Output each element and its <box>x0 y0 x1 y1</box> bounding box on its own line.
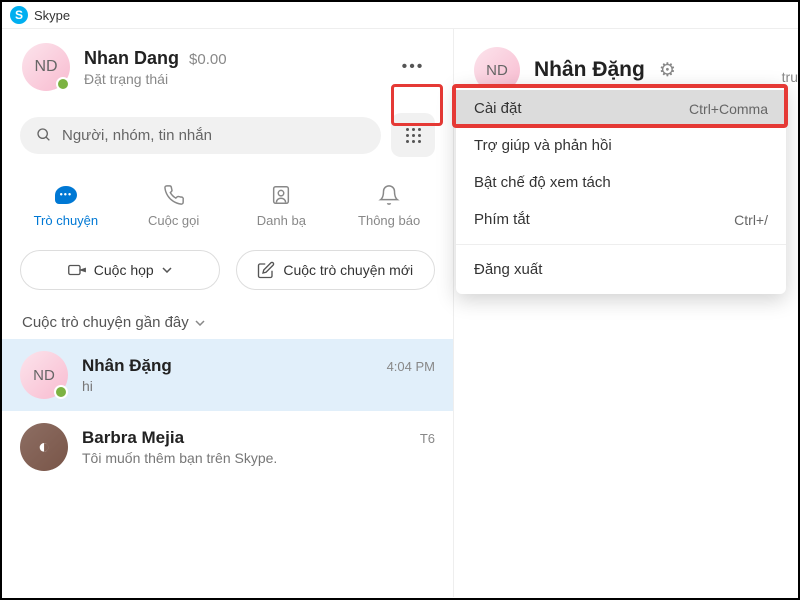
truncated-text: tru <box>782 69 798 85</box>
set-status-link[interactable]: Đặt trạng thái <box>84 71 393 87</box>
menu-item-split-view[interactable]: Bật chế độ xem tách <box>456 164 786 201</box>
conversation-name: Nhân Đặng <box>82 356 172 376</box>
gear-icon[interactable]: ⚙ <box>659 59 676 82</box>
titlebar: S Skype <box>2 2 798 29</box>
conversation-preview: Tôi muốn thêm bạn trên Skype. <box>82 450 435 466</box>
sidebar: ND Nhan Dang $0.00 Đặt trạng thái Người,… <box>2 29 454 597</box>
menu-item-settings[interactable]: Cài đặt Ctrl+Comma <box>456 90 786 127</box>
phone-icon <box>163 184 185 206</box>
app-name: Skype <box>34 8 70 23</box>
more-dropdown-menu: Cài đặt Ctrl+Comma Trợ giúp và phản hồi … <box>456 84 786 294</box>
skype-logo-icon: S <box>10 6 28 24</box>
profile-name: Nhan Dang <box>84 48 179 69</box>
more-menu-button[interactable] <box>393 50 433 84</box>
more-icon <box>402 58 425 76</box>
shortcut-label: Ctrl+/ <box>734 212 768 228</box>
video-icon <box>68 263 86 277</box>
profile-section: ND Nhan Dang $0.00 Đặt trạng thái <box>2 29 453 101</box>
contacts-icon <box>270 184 292 206</box>
meet-now-button[interactable]: Cuộc họp <box>20 250 220 290</box>
search-icon <box>36 127 52 143</box>
menu-item-signout[interactable]: Đăng xuất <box>456 251 786 288</box>
tab-contacts[interactable]: Danh bạ <box>228 183 336 228</box>
avatar: ◐ <box>20 423 68 471</box>
menu-item-help[interactable]: Trợ giúp và phản hồi <box>456 127 786 164</box>
menu-separator <box>456 244 786 245</box>
dialpad-button[interactable] <box>391 113 435 157</box>
menu-item-shortcuts[interactable]: Phím tắt Ctrl+/ <box>456 201 786 238</box>
tab-chats[interactable]: ••• Trò chuyện <box>12 183 120 228</box>
conversation-time: 4:04 PM <box>387 359 435 374</box>
conversation-item[interactable]: ◐ Barbra Mejia T6 Tôi muốn thêm bạn trên… <box>2 411 453 483</box>
nav-tabs: ••• Trò chuyện Cuộc gọi Danh bạ Thông bá… <box>2 165 453 238</box>
chat-title: Nhân Đặng <box>534 58 645 82</box>
conversation-item[interactable]: ND Nhân Đặng 4:04 PM hi <box>2 339 453 411</box>
search-input[interactable]: Người, nhóm, tin nhắn <box>20 117 381 154</box>
chat-icon: ••• <box>55 186 77 204</box>
avatar: ND <box>20 351 68 399</box>
conversation-name: Barbra Mejia <box>82 428 184 448</box>
tab-calls[interactable]: Cuộc gọi <box>120 183 228 228</box>
presence-indicator-icon <box>54 385 68 399</box>
conversation-time: T6 <box>420 431 435 446</box>
tab-notifications[interactable]: Thông báo <box>335 183 443 228</box>
chevron-down-icon <box>195 320 205 326</box>
bell-icon <box>378 184 400 206</box>
compose-icon <box>257 261 275 279</box>
conversation-preview: hi <box>82 378 435 394</box>
presence-indicator-icon <box>56 77 70 91</box>
chevron-down-icon <box>162 267 172 273</box>
avatar[interactable]: ND <box>22 43 70 91</box>
shortcut-label: Ctrl+Comma <box>689 101 768 117</box>
dialpad-icon <box>406 128 421 143</box>
recent-chats-header[interactable]: Cuộc trò chuyện gần đây <box>2 302 453 339</box>
credit-balance[interactable]: $0.00 <box>189 51 227 68</box>
new-chat-button[interactable]: Cuộc trò chuyện mới <box>236 250 436 290</box>
